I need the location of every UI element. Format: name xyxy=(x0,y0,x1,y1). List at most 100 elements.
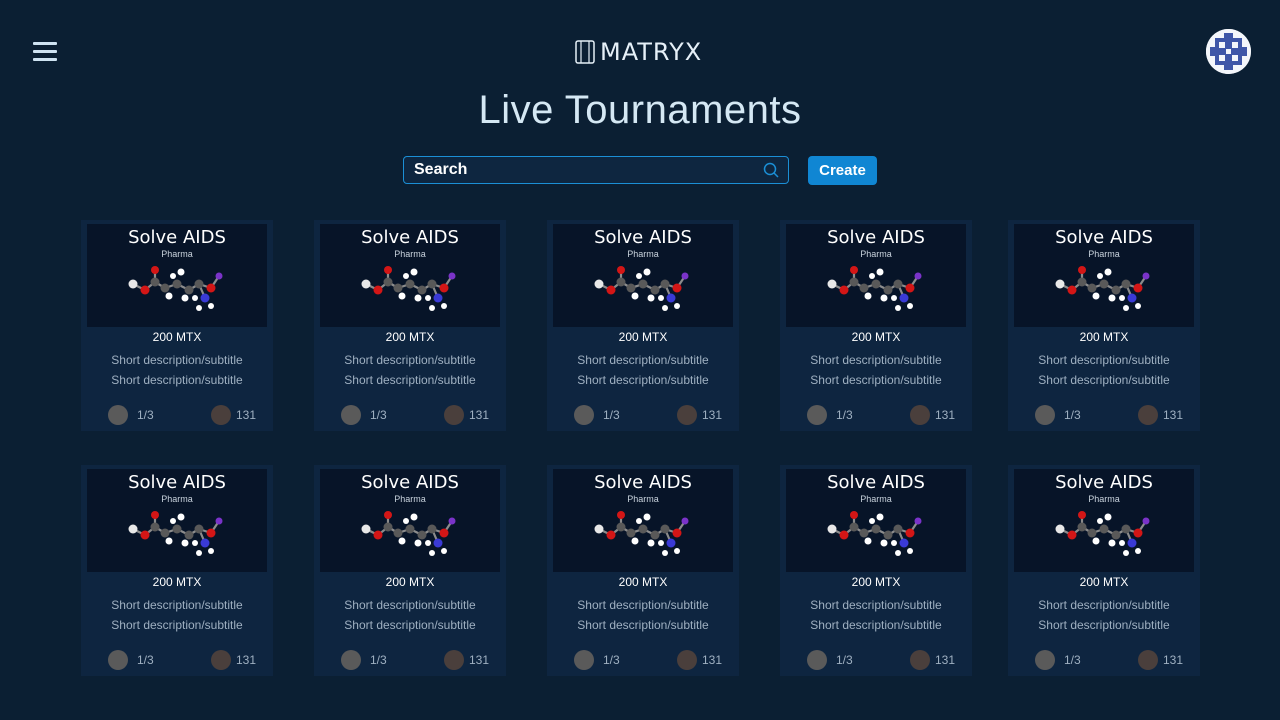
tournament-title: Solve AIDS xyxy=(128,227,226,248)
entries-icon xyxy=(444,405,464,425)
entries-icon xyxy=(910,650,930,670)
entries-icon xyxy=(1138,405,1158,425)
tournament-entries: 131 xyxy=(1163,408,1184,422)
tournament-reward: 200 MTX xyxy=(851,330,901,344)
tournament-reward: 200 MTX xyxy=(618,575,668,589)
tournament-entries: 131 xyxy=(702,408,723,422)
tournament-stats: 1/3 131 xyxy=(780,405,972,425)
tournament-card[interactable]: Solve AIDS Pharma 200 MTX Short descript… xyxy=(1008,465,1200,676)
tournament-reward: 200 MTX xyxy=(618,330,668,344)
tournament-rounds: 1/3 xyxy=(137,653,154,667)
molecule-icon xyxy=(594,511,689,556)
tournament-title: Solve AIDS xyxy=(1055,227,1153,248)
search-icon[interactable] xyxy=(762,161,780,179)
tournament-category: Pharma xyxy=(394,494,426,504)
tournament-title: Solve AIDS xyxy=(594,472,692,493)
hamburger-menu-icon[interactable] xyxy=(33,42,57,62)
tournament-subtitle: Short description/subtitle xyxy=(577,373,709,387)
tournament-entries: 131 xyxy=(469,408,490,422)
rounds-icon xyxy=(341,405,361,425)
tournament-subtitle: Short description/subtitle xyxy=(577,618,709,632)
tournament-card[interactable]: Solve AIDS Pharma 200 MTX Short descript… xyxy=(1008,220,1200,431)
tournament-description: Short description/subtitle xyxy=(577,353,709,367)
search-input[interactable] xyxy=(404,160,762,180)
molecule-icon xyxy=(128,511,223,556)
tournament-card[interactable]: Solve AIDS Pharma 200 MTX Short descript… xyxy=(81,220,273,431)
tournament-title: Solve AIDS xyxy=(1055,472,1153,493)
matryx-logo-icon xyxy=(575,40,595,64)
create-button[interactable]: Create xyxy=(808,156,877,185)
tournament-image: Solve AIDS Pharma xyxy=(1014,224,1194,327)
entries-icon xyxy=(211,650,231,670)
tournament-rounds: 1/3 xyxy=(1064,653,1081,667)
tournament-rounds: 1/3 xyxy=(137,408,154,422)
tournament-card[interactable]: Solve AIDS Pharma 200 MTX Short descript… xyxy=(780,465,972,676)
tournament-category: Pharma xyxy=(1088,249,1120,259)
tournament-rounds: 1/3 xyxy=(836,408,853,422)
rounds-icon xyxy=(1035,650,1055,670)
tournament-card[interactable]: Solve AIDS Pharma 200 MTX Short descript… xyxy=(547,220,739,431)
tournament-stats: 1/3 131 xyxy=(1008,405,1200,425)
tournament-image: Solve AIDS Pharma xyxy=(553,224,733,327)
rounds-icon xyxy=(574,405,594,425)
page-title: Live Tournaments xyxy=(478,88,802,132)
tournament-description: Short description/subtitle xyxy=(810,353,942,367)
tournament-entries: 131 xyxy=(935,408,956,422)
tournament-description: Short description/subtitle xyxy=(111,598,243,612)
molecule-icon xyxy=(128,266,223,311)
identicon xyxy=(1206,29,1251,74)
tournament-stats: 1/3 131 xyxy=(1008,650,1200,670)
tournament-image: Solve AIDS Pharma xyxy=(320,224,500,327)
tournament-reward: 200 MTX xyxy=(1079,575,1129,589)
tournament-card[interactable]: Solve AIDS Pharma 200 MTX Short descript… xyxy=(547,465,739,676)
tournament-entries: 131 xyxy=(935,653,956,667)
rounds-icon xyxy=(1035,405,1055,425)
tournament-subtitle: Short description/subtitle xyxy=(1038,373,1170,387)
rounds-icon xyxy=(574,650,594,670)
tournament-category: Pharma xyxy=(394,249,426,259)
tournament-reward: 200 MTX xyxy=(851,575,901,589)
tournament-image: Solve AIDS Pharma xyxy=(553,469,733,572)
tournament-card[interactable]: Solve AIDS Pharma 200 MTX Short descript… xyxy=(81,465,273,676)
tournament-rounds: 1/3 xyxy=(603,408,620,422)
tournament-stats: 1/3 131 xyxy=(547,650,739,670)
tournament-subtitle: Short description/subtitle xyxy=(344,373,476,387)
tournament-image: Solve AIDS Pharma xyxy=(320,469,500,572)
tournament-stats: 1/3 131 xyxy=(547,405,739,425)
tournament-rounds: 1/3 xyxy=(370,653,387,667)
tournament-description: Short description/subtitle xyxy=(810,598,942,612)
tournament-subtitle: Short description/subtitle xyxy=(810,373,942,387)
tournament-reward: 200 MTX xyxy=(152,575,202,589)
molecule-icon xyxy=(1055,511,1150,556)
tournament-rounds: 1/3 xyxy=(836,653,853,667)
tournament-entries: 131 xyxy=(1163,653,1184,667)
tournament-subtitle: Short description/subtitle xyxy=(810,618,942,632)
tournament-title: Solve AIDS xyxy=(361,472,459,493)
avatar[interactable] xyxy=(1206,29,1251,74)
tournament-title: Solve AIDS xyxy=(361,227,459,248)
entries-icon xyxy=(444,650,464,670)
tournament-category: Pharma xyxy=(1088,494,1120,504)
rounds-icon xyxy=(108,650,128,670)
page: MATRYX Live Tournaments Create Solve AID… xyxy=(0,0,1280,720)
search-bar[interactable] xyxy=(403,156,789,184)
tournament-stats: 1/3 131 xyxy=(780,650,972,670)
molecule-icon xyxy=(361,266,456,311)
molecule-icon xyxy=(827,511,922,556)
tournament-title: Solve AIDS xyxy=(594,227,692,248)
tournament-card[interactable]: Solve AIDS Pharma 200 MTX Short descript… xyxy=(314,220,506,431)
tournament-entries: 131 xyxy=(236,653,257,667)
tournament-category: Pharma xyxy=(161,249,193,259)
tournament-stats: 1/3 131 xyxy=(81,650,273,670)
tournament-entries: 131 xyxy=(702,653,723,667)
tournament-subtitle: Short description/subtitle xyxy=(344,618,476,632)
tournament-card[interactable]: Solve AIDS Pharma 200 MTX Short descript… xyxy=(314,465,506,676)
tournament-entries: 131 xyxy=(236,408,257,422)
tournament-card[interactable]: Solve AIDS Pharma 200 MTX Short descript… xyxy=(780,220,972,431)
logo[interactable]: MATRYX xyxy=(574,38,702,66)
molecule-icon xyxy=(361,511,456,556)
tournament-image: Solve AIDS Pharma xyxy=(786,224,966,327)
rounds-icon xyxy=(341,650,361,670)
tournament-image: Solve AIDS Pharma xyxy=(786,469,966,572)
tournament-title: Solve AIDS xyxy=(827,227,925,248)
